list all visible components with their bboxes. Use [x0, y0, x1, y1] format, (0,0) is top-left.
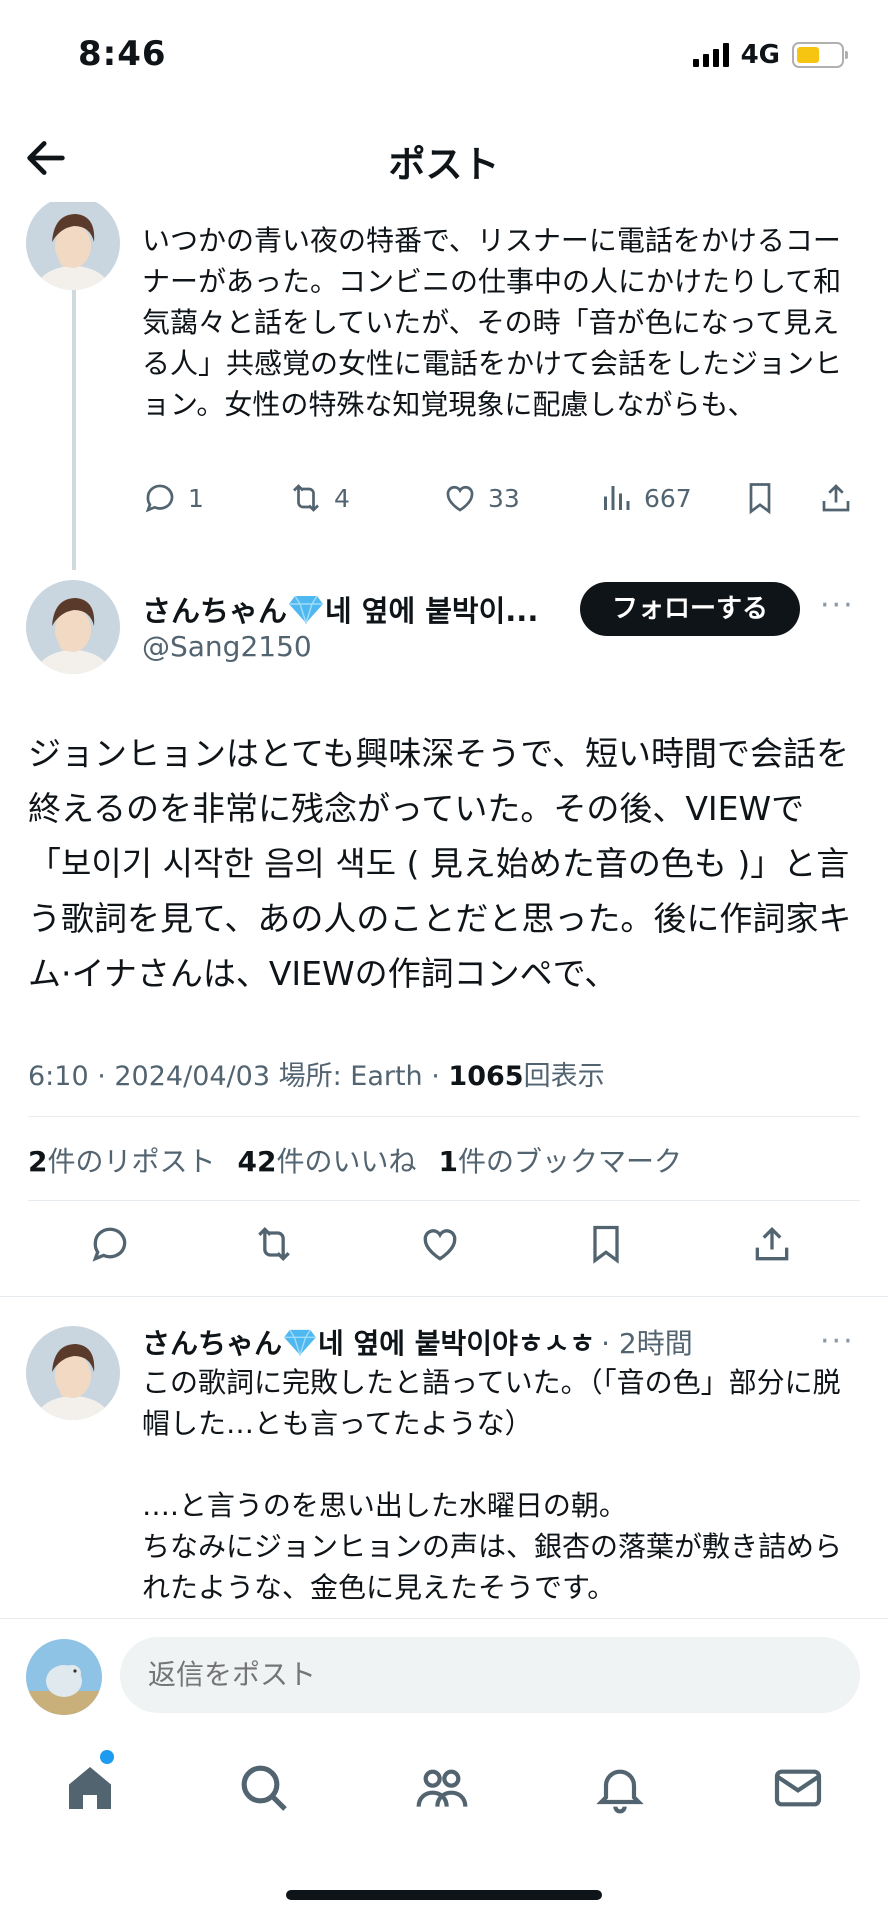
divider [28, 1200, 860, 1201]
author-name-suffix: 네 옆에 붙박이... [325, 594, 539, 628]
thread-avatar[interactable] [26, 196, 120, 290]
status-time: 8:46 [78, 34, 167, 74]
tweet-view-count: 1065 [448, 1061, 524, 1092]
thread-share-button[interactable] [818, 480, 854, 516]
repost-icon [293, 484, 319, 512]
engagement-stats: 2件のリポスト 42件のいいね 1件のブックマーク [28, 1140, 682, 1180]
reply-author-prefix: さんちゃん [142, 1327, 283, 1360]
thread-tweet-text: いつかの青い夜の特番で、リスナーに電話をかけるコーナーがあった。コンビニの仕事中… [142, 224, 843, 421]
repost-icon[interactable] [252, 1222, 296, 1266]
home-notification-dot [100, 1750, 114, 1764]
divider [28, 1116, 860, 1117]
top-navigation-bar: ポスト [0, 110, 888, 202]
author-avatar[interactable] [26, 580, 120, 674]
thread-tweet-actions: 1 4 33 667 [142, 480, 862, 524]
reply-avatar[interactable] [26, 1326, 120, 1420]
share-icon[interactable] [750, 1222, 794, 1266]
author-name-prefix: さんちゃん [142, 594, 288, 628]
repost-count: 4 [334, 483, 350, 513]
reply-icon[interactable] [88, 1222, 132, 1266]
like-icon[interactable] [418, 1222, 462, 1266]
status-indicators: 4G [692, 40, 848, 70]
reply-time: · 2時間 [601, 1327, 693, 1360]
like-count: 33 [488, 483, 520, 513]
share-icon [822, 484, 850, 512]
divider [0, 1296, 888, 1297]
tweet-view-label: 回表示 [523, 1061, 605, 1092]
reposts-stat[interactable]: 2件のリポスト [28, 1140, 216, 1180]
thread-repost-button[interactable]: 4 [288, 480, 350, 516]
follow-button[interactable]: フォローする [580, 582, 800, 636]
bottom-navigation [0, 1740, 888, 1850]
bookmark-icon [749, 483, 771, 515]
reply-author-suffix: 네 옆에 붙박이야ㅎㅅㅎ [318, 1327, 596, 1360]
view-count: 667 [644, 483, 692, 513]
notifications-icon[interactable] [592, 1760, 648, 1816]
thread-like-button[interactable]: 33 [442, 480, 520, 516]
tweet-body: ジョンヒョンはとても興味深そうで、短い時間で会話を終えるのを非常に残念がっていた… [28, 734, 852, 993]
views-icon [604, 486, 630, 510]
search-icon[interactable] [236, 1760, 292, 1816]
reply-composer [0, 1618, 888, 1734]
tweet-timestamp-location: 6:10 · 2024/04/03 場所: Earth · [28, 1061, 449, 1092]
thread-views-button[interactable]: 667 [598, 480, 692, 516]
my-avatar[interactable] [26, 1639, 102, 1715]
home-icon[interactable] [62, 1760, 118, 1816]
home-indicator [286, 1890, 602, 1900]
reply-input[interactable] [120, 1637, 860, 1713]
bookmarks-stat[interactable]: 1件のブックマーク [438, 1140, 682, 1180]
main-tweet-actions [0, 1222, 888, 1282]
thread-bookmark-button[interactable] [742, 480, 778, 516]
reply-more-icon[interactable]: ··· [820, 1324, 855, 1359]
reply-icon [145, 484, 174, 513]
author-handle[interactable]: @Sang2150 [142, 630, 312, 663]
diamond-icon [289, 595, 324, 624]
signal-icon [692, 43, 729, 67]
reply-text: この歌詞に完敗したと語っていた。（「音の色」部分に脱帽した…とも言ってたような）… [142, 1366, 843, 1604]
likes-stat[interactable]: 42件のいいね [238, 1140, 417, 1180]
communities-icon[interactable] [414, 1760, 470, 1816]
like-icon [446, 485, 474, 512]
thread-reply-button[interactable]: 1 [142, 480, 204, 516]
more-options-icon[interactable]: ··· [820, 588, 855, 623]
messages-icon[interactable] [770, 1760, 826, 1816]
bookmark-icon[interactable] [584, 1222, 628, 1266]
battery-icon [792, 42, 848, 68]
network-label: 4G [740, 40, 780, 70]
diamond-icon [284, 1329, 316, 1356]
thread-connector [72, 290, 76, 570]
tweet-meta: 6:10 · 2024/04/03 場所: Earth · 1065回表示 [28, 1054, 605, 1093]
reply-count: 1 [188, 483, 204, 513]
page-title: ポスト [388, 143, 500, 186]
author-name[interactable]: さんちゃん 네 옆에 붙박이... [142, 588, 538, 630]
reply-author[interactable]: さんちゃん 네 옆에 붙박이야ㅎㅅㅎ · 2時間 [142, 1322, 693, 1362]
